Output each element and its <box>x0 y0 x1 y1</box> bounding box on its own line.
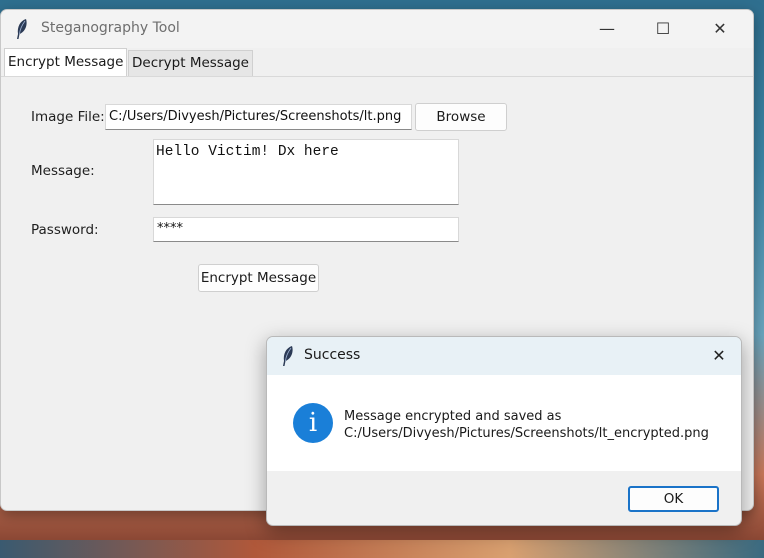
encrypt-message-button[interactable]: Encrypt Message <box>198 264 319 292</box>
password-field[interactable]: **** <box>153 217 459 242</box>
title-bar[interactable]: Steganography Tool — ☐ ✕ <box>1 10 753 48</box>
browse-button[interactable]: Browse <box>415 103 507 131</box>
dialog-title-bar[interactable]: Success ✕ <box>267 337 741 375</box>
desktop-background <box>0 540 764 558</box>
ok-button[interactable]: OK <box>628 486 719 512</box>
maximize-button[interactable]: ☐ <box>640 14 686 44</box>
dialog-close-button[interactable]: ✕ <box>701 341 737 371</box>
success-dialog: Success ✕ i Message encrypted and saved … <box>266 336 742 526</box>
dialog-message-line1: Message encrypted and saved as <box>344 409 562 424</box>
feather-icon <box>283 346 293 366</box>
dialog-title: Success <box>304 347 361 363</box>
tab-decrypt-message[interactable]: Decrypt Message <box>128 50 253 76</box>
password-label: Password: <box>31 222 99 238</box>
image-file-field[interactable]: C:/Users/Divyesh/Pictures/Screenshots/lt… <box>105 104 412 130</box>
tab-bar: Encrypt Message Decrypt Message <box>1 48 753 77</box>
minimize-button[interactable]: — <box>584 14 630 44</box>
info-icon: i <box>293 403 333 443</box>
dialog-body: i Message encrypted and saved as C:/User… <box>267 375 741 471</box>
image-file-label: Image File: <box>31 109 105 125</box>
dialog-message: Message encrypted and saved as C:/Users/… <box>344 408 709 442</box>
message-label: Message: <box>31 163 95 179</box>
feather-icon <box>17 19 27 39</box>
tab-encrypt-message[interactable]: Encrypt Message <box>4 48 128 76</box>
close-button[interactable]: ✕ <box>697 14 743 44</box>
message-textarea[interactable]: Hello Victim! Dx here <box>153 139 459 205</box>
dialog-message-line2: C:/Users/Divyesh/Pictures/Screenshots/lt… <box>344 426 709 441</box>
window-title: Steganography Tool <box>41 20 180 36</box>
